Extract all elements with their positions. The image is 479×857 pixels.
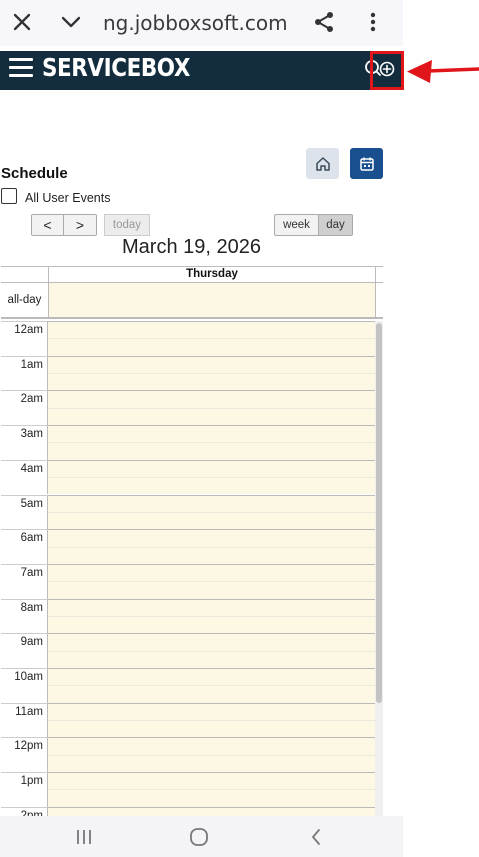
annotation-arrow-icon xyxy=(407,60,479,83)
hour-label-cell: 2pm xyxy=(1,806,48,816)
half-hour-divider xyxy=(48,754,375,756)
hour-label: 11am xyxy=(15,705,43,718)
hour-label-cell: 1am xyxy=(1,355,48,391)
hour-label-cell: 11am xyxy=(1,702,48,738)
url-text[interactable]: ng.jobboxsoft.com xyxy=(103,11,288,35)
hour-label-cell: 8am xyxy=(1,598,48,634)
recents-icon[interactable] xyxy=(72,826,96,848)
half-hour-divider xyxy=(48,373,375,375)
home-button[interactable] xyxy=(306,148,339,179)
hour-label: 5am xyxy=(20,497,43,510)
close-icon[interactable] xyxy=(8,8,36,36)
back-icon[interactable] xyxy=(304,826,328,848)
hour-label-cell: 5am xyxy=(1,494,48,530)
half-hour-divider xyxy=(48,685,375,687)
all-day-label: all-day xyxy=(1,283,49,317)
hour-label-cell: 1pm xyxy=(1,772,48,807)
hour-row: 11am xyxy=(1,702,375,738)
hour-row: 2am xyxy=(1,390,375,426)
hour-label: 4am xyxy=(20,462,43,475)
page-title: Schedule xyxy=(1,165,68,182)
hour-row: 2pm xyxy=(1,806,375,816)
all-day-slot[interactable] xyxy=(49,283,376,317)
hour-label: 12am xyxy=(14,324,43,336)
all-user-events-checkbox[interactable] xyxy=(1,188,17,204)
half-hour-divider xyxy=(48,581,375,583)
chevron-down-icon[interactable] xyxy=(57,8,85,36)
calendar-icon xyxy=(359,157,374,171)
today-button[interactable]: today xyxy=(104,214,150,236)
half-hour-divider xyxy=(48,338,375,340)
hour-label-cell: 6am xyxy=(1,529,48,564)
day-header-label: Thursday xyxy=(186,268,238,280)
hour-row: 1am xyxy=(1,355,375,391)
hour-row: 10am xyxy=(1,668,375,703)
half-hour-divider xyxy=(48,442,375,444)
all-day-row: all-day xyxy=(1,283,383,319)
hour-row: 1pm xyxy=(1,772,375,807)
time-slot[interactable] xyxy=(48,806,375,816)
browser-toolbar: ng.jobboxsoft.com xyxy=(0,0,403,46)
hour-label: 1pm xyxy=(20,775,43,788)
scrollbar-thumb[interactable] xyxy=(376,323,382,703)
next-button[interactable]: > xyxy=(63,214,97,236)
day-view-button[interactable]: day xyxy=(318,214,353,236)
hour-label: 7am xyxy=(20,566,43,579)
hour-label-cell: 3am xyxy=(1,425,48,460)
share-icon[interactable] xyxy=(310,8,338,36)
week-view-button[interactable]: week xyxy=(274,214,319,236)
half-hour-divider xyxy=(48,615,375,617)
hour-label-cell: 12am xyxy=(1,321,48,356)
hour-row: 4am xyxy=(1,459,375,495)
home-circle-icon[interactable] xyxy=(187,826,211,848)
half-hour-divider xyxy=(48,407,375,409)
half-hour-divider xyxy=(48,477,375,479)
prev-button[interactable]: < xyxy=(31,214,64,236)
time-grid: 12am 1am 2am 3am 4am 5am 6am 7am 8am 9am 10am 11am 1… xyxy=(1,321,383,816)
half-hour-divider xyxy=(48,511,375,513)
hour-row: 6am xyxy=(1,529,375,564)
half-hour-divider xyxy=(48,789,375,791)
hour-row: 9am xyxy=(1,633,375,668)
hour-label: 8am xyxy=(20,601,43,614)
hour-label: 2am xyxy=(20,393,43,406)
hour-label-cell: 12pm xyxy=(1,737,48,773)
hour-label-cell: 9am xyxy=(1,633,48,668)
calendar-button[interactable] xyxy=(350,148,383,179)
half-hour-divider xyxy=(48,546,375,548)
day-column-header: Thursday xyxy=(1,266,383,283)
all-user-events-label: All User Events xyxy=(25,191,111,205)
annotation-highlight-box xyxy=(370,51,404,90)
hour-row: 8am xyxy=(1,598,375,634)
hour-label: 1am xyxy=(20,358,43,371)
hamburger-icon[interactable] xyxy=(9,58,33,78)
hour-label: 9am xyxy=(20,636,43,649)
home-icon xyxy=(315,156,330,171)
hour-row: 12am xyxy=(1,321,375,356)
hour-label: 3am xyxy=(20,428,43,441)
half-hour-divider xyxy=(48,650,375,652)
app-logo[interactable]: SERVICEBOX xyxy=(42,52,190,84)
hour-label-cell: 4am xyxy=(1,459,48,495)
hour-label: 12pm xyxy=(14,740,43,753)
hour-row: 3am xyxy=(1,425,375,460)
hour-label: 6am xyxy=(20,532,43,545)
half-hour-divider xyxy=(48,720,375,722)
hour-label: 10am xyxy=(14,671,43,683)
hour-row: 5am xyxy=(1,494,375,530)
calendar-date-title: March 19, 2026 xyxy=(122,236,261,258)
more-vert-icon[interactable] xyxy=(359,8,387,36)
page-margin xyxy=(403,0,479,857)
android-nav-bar xyxy=(0,816,403,857)
hour-label-cell: 2am xyxy=(1,390,48,426)
hour-row: 12pm xyxy=(1,737,375,773)
hour-row: 7am xyxy=(1,563,375,599)
hour-label-cell: 10am xyxy=(1,668,48,703)
hour-label-cell: 7am xyxy=(1,563,48,599)
grid-scrollbar[interactable] xyxy=(375,321,383,816)
